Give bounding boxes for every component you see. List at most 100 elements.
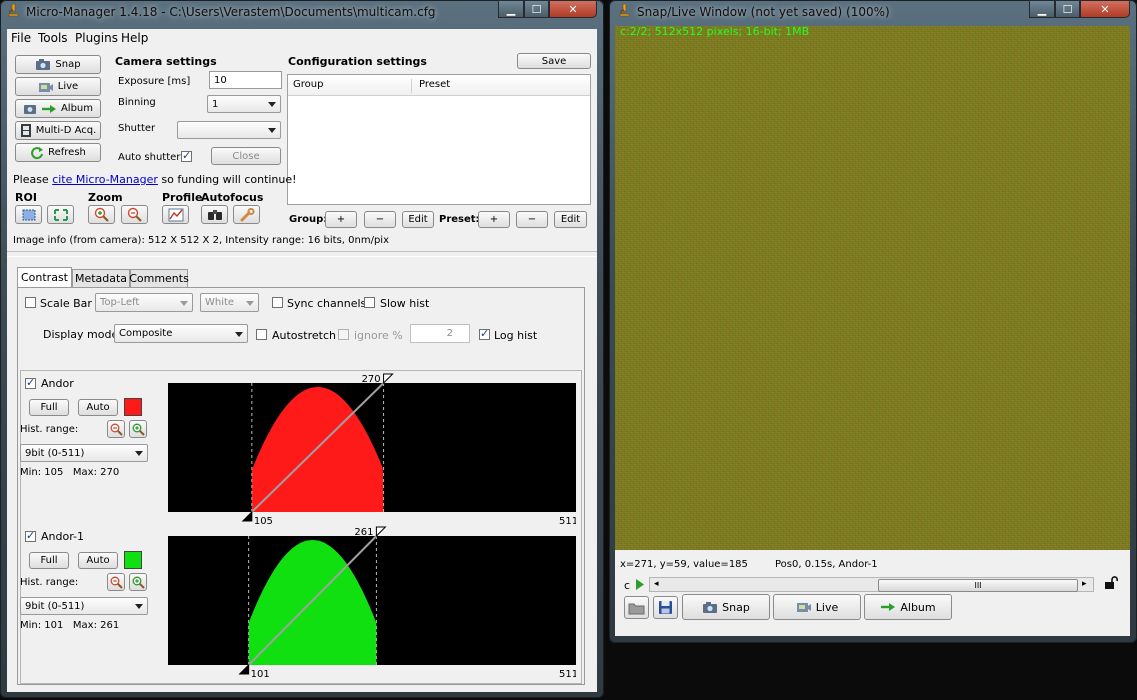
tab-comments[interactable]: Comments	[129, 269, 189, 287]
live-album-button[interactable]: Album	[864, 594, 952, 620]
channel-andor-1-zoom-out-button[interactable]	[107, 573, 125, 591]
channel-andor-zoom-out-button[interactable]	[107, 420, 125, 438]
arrow-right-icon	[881, 603, 896, 611]
max-label: 270	[362, 374, 381, 385]
live-button[interactable]: Live	[15, 77, 101, 96]
multi-d-acq-button[interactable]: Multi-D Acq.	[15, 121, 101, 140]
snap-button[interactable]: Snap	[15, 55, 101, 74]
maximize-button[interactable]: ☐	[524, 0, 549, 18]
binning-select[interactable]: 1	[207, 95, 281, 113]
exposure-input[interactable]: 10	[209, 71, 282, 89]
live-live-label: Live	[815, 600, 839, 614]
scroll-left-arrow[interactable]: ◂	[654, 579, 659, 589]
channel-andor-checkbox[interactable]	[25, 376, 36, 389]
live-minimize-button[interactable]: ▁	[1029, 0, 1055, 18]
config-table: Group Preset	[287, 74, 591, 205]
group-remove-button[interactable]: −	[364, 211, 396, 228]
display-mode-select[interactable]: Composite	[114, 324, 248, 343]
log-hist-checkbox[interactable]	[479, 327, 490, 340]
max-handle[interactable]	[383, 373, 394, 385]
close-shutter-button[interactable]: Close	[211, 147, 281, 165]
save-image-button[interactable]	[653, 596, 678, 619]
channel-andor-bit-depth-select[interactable]: 9bit (0-511)	[20, 444, 148, 462]
live-image-canvas[interactable]	[615, 26, 1130, 550]
menu-tools[interactable]: Tools	[38, 29, 68, 47]
live-close-button[interactable]: ✕	[1080, 0, 1130, 18]
save-config-button[interactable]: Save	[517, 53, 591, 69]
group-remove-label: −	[375, 214, 385, 225]
min-handle[interactable]	[238, 663, 250, 675]
film-icon	[20, 124, 31, 137]
sync-channels-checkbox[interactable]	[272, 297, 283, 308]
auto-shutter-checkbox[interactable]	[181, 149, 192, 162]
min-label: 105	[254, 516, 273, 526]
close-window-button[interactable]: ✕	[549, 0, 597, 18]
autofocus-button[interactable]	[201, 205, 228, 224]
channel-andor-1-color-swatch[interactable]	[124, 551, 142, 569]
max-handle[interactable]	[375, 526, 387, 538]
scrollbar-thumb[interactable]: III	[878, 579, 1078, 592]
auto-label: Auto	[86, 555, 110, 566]
channel-andor-hist-range-label: Hist. range:	[20, 424, 79, 435]
roi-clear-button[interactable]	[47, 205, 74, 224]
minimize-button[interactable]: ▁	[498, 0, 524, 18]
position-info: Pos0, 0.15s, Andor-1	[775, 559, 878, 570]
scroll-right-arrow[interactable]: ▸	[1082, 579, 1087, 589]
channel-andor-1-zoom-in-button[interactable]	[129, 573, 147, 591]
zoom-out-button[interactable]	[121, 205, 148, 224]
slow-hist-checkbox[interactable]	[364, 297, 375, 308]
tab-metadata[interactable]: Metadata	[72, 269, 130, 287]
album-button[interactable]: Album	[15, 99, 101, 118]
tab-contrast[interactable]: Contrast	[17, 267, 72, 287]
column-preset[interactable]: Preset	[419, 79, 450, 90]
pixel-info: x=271, y=59, value=185	[620, 559, 748, 570]
autofocus-settings-button[interactable]	[233, 205, 260, 224]
channel-andor-zoom-in-button[interactable]	[129, 420, 147, 438]
ignore-percent-checkbox[interactable]	[338, 329, 349, 340]
scale-bar-color-select[interactable]: White	[200, 293, 259, 312]
channel-andor-1-bit-depth-select[interactable]: 9bit (0-511)	[20, 597, 148, 615]
preset-add-button[interactable]: +	[478, 211, 510, 228]
ignore-percent-input[interactable]: 2	[410, 324, 470, 343]
menu-bar: File Tools Plugins Help	[7, 29, 597, 49]
scale-bar-checkbox[interactable]	[25, 297, 36, 308]
preset-remove-button[interactable]: −	[516, 211, 548, 228]
refresh-button[interactable]: Refresh	[15, 143, 101, 162]
scale-bar-position-select[interactable]: Top-Left	[95, 293, 193, 312]
channel-andor-full-button[interactable]: Full	[29, 399, 69, 416]
play-icon[interactable]	[635, 579, 644, 590]
channel-andor-histogram[interactable]: 105 270 511	[162, 373, 576, 526]
scale-bar-label: Scale Bar	[40, 297, 92, 310]
channel-andor-auto-button[interactable]: Auto	[78, 399, 118, 416]
menu-help[interactable]: Help	[121, 29, 148, 47]
live-snap-button[interactable]: Snap	[682, 594, 770, 620]
menu-plugins[interactable]: Plugins	[75, 29, 118, 47]
channel-andor-1-checkbox[interactable]	[25, 529, 36, 542]
live-live-button[interactable]: Live	[773, 594, 861, 620]
channel-andor-1-auto-button[interactable]: Auto	[78, 552, 118, 569]
range-max-label: 511	[559, 516, 576, 526]
min-handle[interactable]	[241, 510, 253, 522]
column-group[interactable]: Group	[293, 79, 412, 93]
cite-link[interactable]: cite Micro-Manager	[52, 173, 158, 186]
lock-icon[interactable]	[1104, 576, 1118, 590]
autostretch-checkbox[interactable]	[256, 329, 267, 340]
shutter-label: Shutter	[118, 123, 156, 134]
shutter-select[interactable]	[177, 121, 281, 139]
channel-scrollbar[interactable]: ◂ III ▸	[649, 577, 1094, 592]
group-add-button[interactable]: +	[325, 211, 357, 228]
roi-set-button[interactable]	[15, 205, 42, 224]
group-edit-label: Edit	[408, 214, 428, 225]
channel-andor-1-full-button[interactable]: Full	[29, 552, 69, 569]
channel-andor-1-histogram[interactable]: 101 261 511	[162, 526, 576, 679]
micro-manager-window: Micro-Manager 1.4.18 - C:\Users\Verastem…	[0, 0, 604, 698]
line-profile-button[interactable]	[162, 205, 189, 224]
menu-file[interactable]: File	[11, 29, 31, 47]
cite-pre: Please	[13, 173, 49, 186]
group-edit-button[interactable]: Edit	[402, 211, 434, 228]
channel-andor-color-swatch[interactable]	[124, 398, 142, 416]
zoom-in-button[interactable]	[88, 205, 115, 224]
preset-edit-button[interactable]: Edit	[554, 211, 587, 228]
open-folder-button[interactable]	[624, 596, 649, 619]
live-maximize-button[interactable]: ☐	[1055, 0, 1080, 18]
